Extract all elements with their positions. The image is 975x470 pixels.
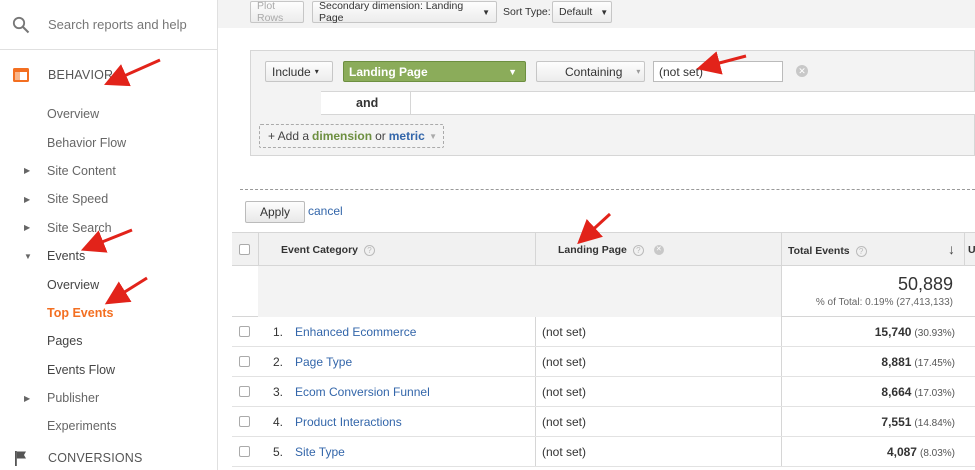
annotation-arrow [104,58,161,87]
annotation-arrow [104,276,148,305]
annotation-arrows [80,51,747,305]
annotation-arrow [696,51,747,75]
annotation-arrow [80,228,133,253]
annotation-arrow [577,212,612,245]
